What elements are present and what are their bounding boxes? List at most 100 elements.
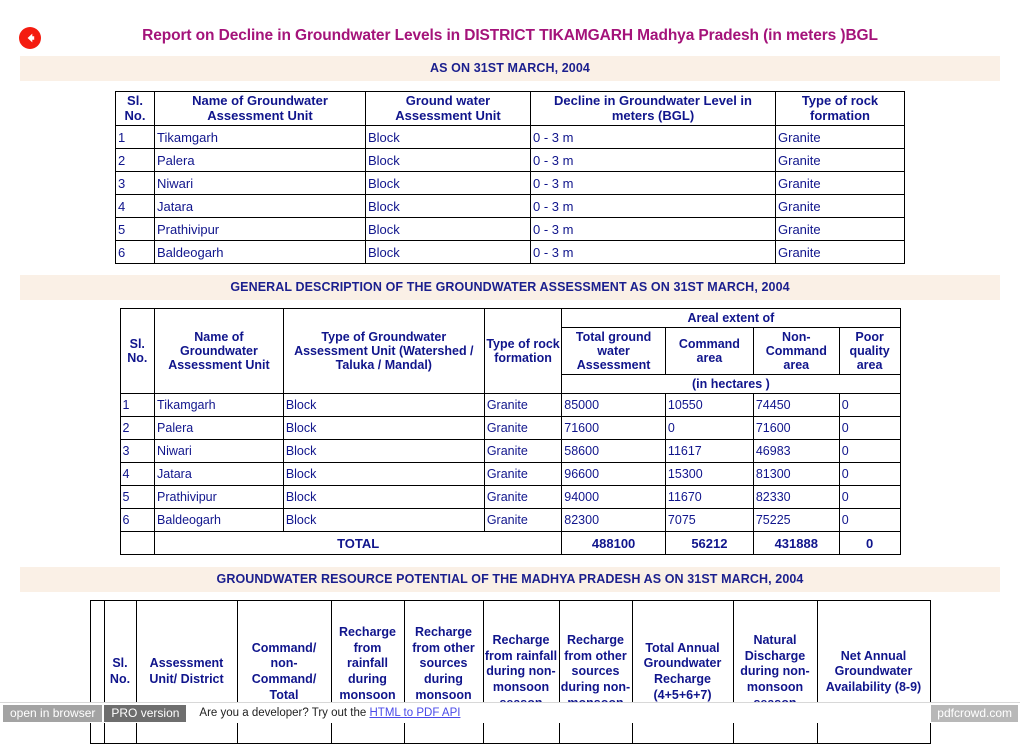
page-title: Report on Decline in Groundwater Levels …: [142, 27, 878, 44]
cell: Granite: [483, 485, 563, 510]
col-unit: Ground water Assessment Unit: [365, 90, 531, 127]
html-to-pdf-api-link[interactable]: HTML to PDF API: [369, 707, 460, 719]
cell: Block: [365, 125, 531, 150]
cell: 6: [119, 508, 156, 533]
cell: Block: [365, 194, 531, 219]
table-row: 1 Tikamgarh Block 0 - 3 m Granite: [115, 125, 905, 150]
cell: Baldeogarh: [154, 240, 366, 265]
cell: Block: [365, 217, 531, 242]
pro-version-button[interactable]: PRO version: [104, 704, 187, 722]
cell: 3: [119, 439, 156, 464]
cell: Block: [282, 462, 485, 487]
cell: 0: [838, 508, 901, 533]
general-description-table-container: Sl. No. Name of Groundwater Assessment U…: [0, 308, 1020, 556]
pdfcrowd-brand-badge: pdfcrowd.com: [931, 704, 1018, 722]
total-value: 488100: [561, 531, 666, 556]
cell: Granite: [483, 462, 563, 487]
cell: 82330: [752, 485, 840, 510]
total-value: 0: [838, 531, 901, 556]
cell: 0 - 3 m: [530, 125, 776, 150]
cell: 81300: [752, 462, 840, 487]
table-header-row-1: Sl. No. Name of Groundwater Assessment U…: [119, 308, 901, 395]
table-row: 2 Palera Block Granite 71600 0 71600 0: [119, 416, 901, 441]
col-total-gw: Total ground water Assessment: [561, 327, 666, 376]
cell: Granite: [775, 148, 905, 173]
table-row: 4 Jatara Block Granite 96600 15300 81300 0: [119, 462, 901, 487]
cell: Block: [365, 148, 531, 173]
cell: 2: [119, 416, 156, 441]
total-value: 431888: [752, 531, 840, 556]
table-row: 6 Baldeogarh Block Granite 82300 7075 75225 0: [119, 508, 901, 533]
cell: Niwari: [154, 439, 284, 464]
cell: Block: [282, 508, 485, 533]
cell: 0: [838, 416, 901, 441]
col-name: Name of Groundwater Assessment Unit: [154, 90, 366, 127]
cell: Tikamgarh: [154, 125, 366, 150]
cell: 15300: [664, 462, 754, 487]
cell: Tikamgarh: [154, 393, 284, 418]
cell: Granite: [775, 217, 905, 242]
section-heading-general-description: GENERAL DESCRIPTION OF THE GROUNDWATER A…: [20, 275, 1000, 301]
footer-developer-text: Are you a developer? Try out the: [199, 707, 367, 719]
cell: 0: [838, 439, 901, 464]
open-in-browser-button[interactable]: open in browser: [3, 704, 103, 722]
cell: 11617: [664, 439, 754, 464]
cell: 58600: [561, 439, 666, 464]
col-type-unit: Type of Groundwater Assessment Unit (Wat…: [282, 308, 485, 395]
cell: 0 - 3 m: [530, 194, 776, 219]
cell: 96600: [561, 462, 666, 487]
col-command: Command area: [664, 327, 754, 376]
decline-table: Sl. No. Name of Groundwater Assessment U…: [115, 90, 905, 265]
table-row: 3 Niwari Block Granite 58600 11617 46983 0: [119, 439, 901, 464]
table-row: 5 Prathivipur Block 0 - 3 m Granite: [115, 217, 905, 242]
total-blank-cell: [119, 531, 156, 556]
col-rock: Type of rock formation: [483, 308, 563, 395]
col-sl-no: Sl. No.: [119, 308, 156, 395]
cell: Block: [365, 171, 531, 196]
cell: 1: [119, 393, 156, 418]
cell: 71600: [752, 416, 840, 441]
cell: 6: [115, 240, 155, 265]
cell: Palera: [154, 416, 284, 441]
cell: 11670: [664, 485, 754, 510]
col-units-hectares: (in hectares ): [561, 374, 901, 395]
table-row: 3 Niwari Block 0 - 3 m Granite: [115, 171, 905, 196]
cell: Block: [282, 416, 485, 441]
cell: 0 - 3 m: [530, 240, 776, 265]
cell: 74450: [752, 393, 840, 418]
col-non-command: Non-Command area: [752, 327, 840, 376]
cell: 2: [115, 148, 155, 173]
cell: 82300: [561, 508, 666, 533]
cell: Palera: [154, 148, 366, 173]
cell: 0: [664, 416, 754, 441]
cell: Block: [282, 485, 485, 510]
cell: 5: [115, 217, 155, 242]
cell: 0 - 3 m: [530, 171, 776, 196]
cell: Prathivipur: [154, 485, 284, 510]
table-header-row: Sl. No. Name of Groundwater Assessment U…: [115, 90, 905, 127]
cell: 4: [119, 462, 156, 487]
cell: 0 - 3 m: [530, 148, 776, 173]
cell: 7075: [664, 508, 754, 533]
col-name: Name of Groundwater Assessment Unit: [154, 308, 284, 395]
cell: 4: [115, 194, 155, 219]
table-row: 6 Baldeogarh Block 0 - 3 m Granite: [115, 240, 905, 265]
col-poor-quality: Poor quality area: [838, 327, 901, 376]
cell: Block: [282, 439, 485, 464]
cell: Granite: [483, 439, 563, 464]
decline-table-container: Sl. No. Name of Groundwater Assessment U…: [0, 90, 1020, 265]
table-row: 2 Palera Block 0 - 3 m Granite: [115, 148, 905, 173]
cell: Jatara: [154, 194, 366, 219]
total-value: 56212: [664, 531, 754, 556]
cell: Jatara: [154, 462, 284, 487]
col-decline: Decline in Groundwater Level in meters (…: [530, 90, 776, 127]
cell: 85000: [561, 393, 666, 418]
cell: Block: [365, 240, 531, 265]
page-header: Report on Decline in Groundwater Levels …: [0, 0, 1020, 52]
general-description-table-body: 1 Tikamgarh Block Granite 85000 10550 74450 0 2 P…: [119, 393, 901, 556]
cell: 71600: [561, 416, 666, 441]
col-sl-no: Sl. No.: [115, 90, 155, 127]
cell: 0: [838, 393, 901, 418]
cell: Granite: [775, 125, 905, 150]
total-label: TOTAL: [154, 531, 563, 556]
